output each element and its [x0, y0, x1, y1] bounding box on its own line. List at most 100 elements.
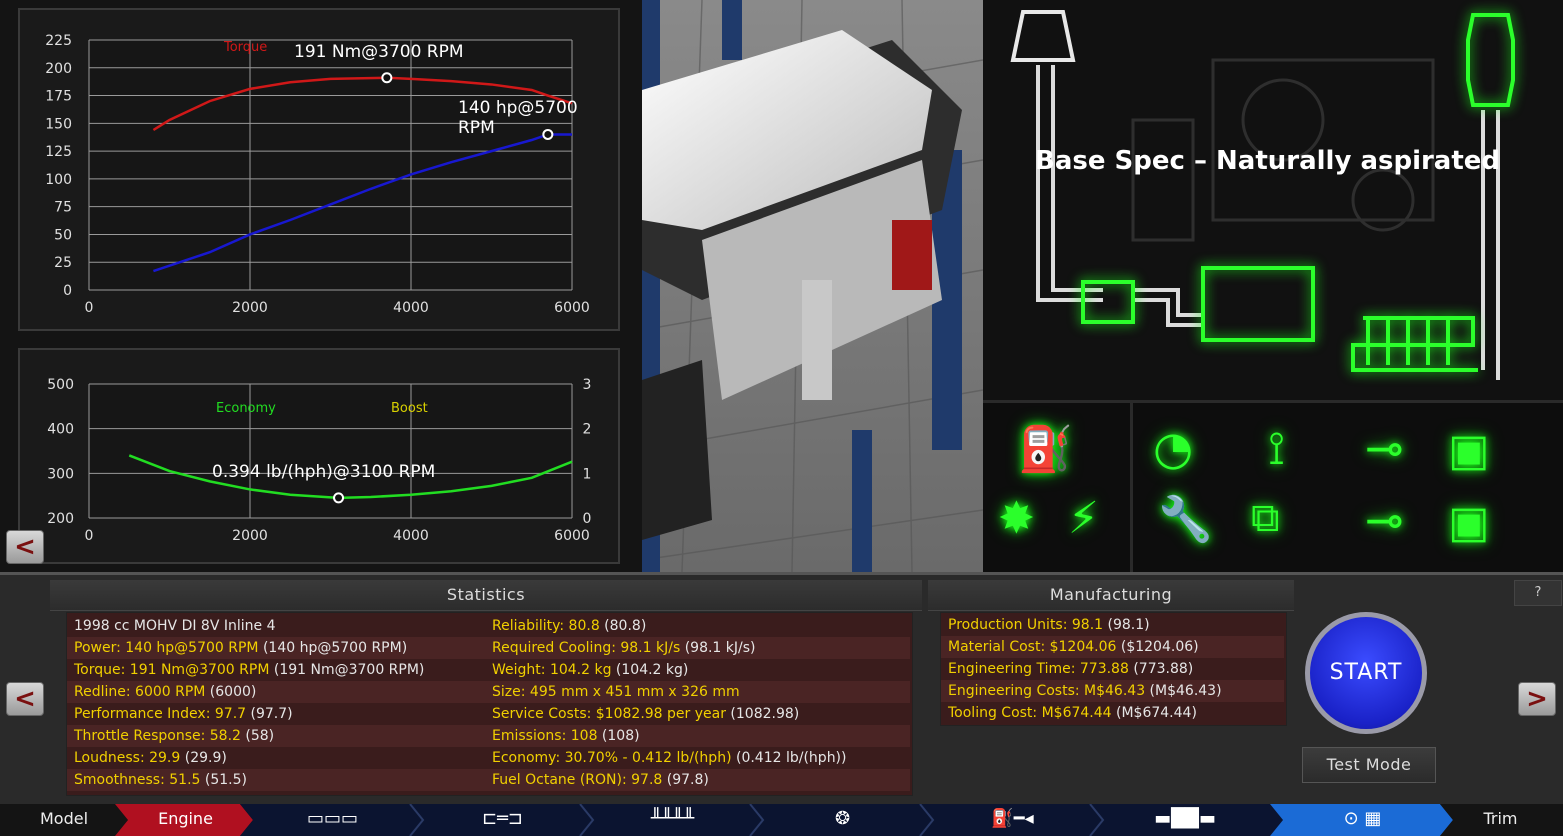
engine-block-icon[interactable]: ⛽ [1018, 423, 1073, 475]
y-tick-label: 200 [45, 61, 72, 77]
stat-left-1: Power: 140 hp@5700 RPM (140 hp@5700 RPM) [74, 637, 407, 659]
stat-value: (80.8) [599, 618, 647, 634]
torque-power-chart: 225 200 175 150 125 100 75 50 25 0 0 2000 4000 6000 T… [18, 8, 620, 331]
tools-icon[interactable]: 🔧 [1158, 493, 1213, 545]
manufacturing-row: Material Cost: $1204.06 ($1204.06) [941, 636, 1284, 658]
y-right-tick-label: 2 [583, 422, 592, 438]
stat-label: Service Costs: $1082.98 per year [492, 706, 726, 722]
y-tick-label: 125 [45, 144, 72, 160]
y-tick-label: 0 [63, 283, 72, 299]
stat-right-3: Size: 495 mm x 451 mm x 326 mm [492, 681, 740, 703]
peak-power-label: 140 hp@5700 RPM [458, 98, 578, 138]
x-tick-label: 4000 [393, 300, 429, 316]
y-tick-label: 175 [45, 89, 72, 105]
tab-exhaust[interactable]: ▬██▬ [1105, 804, 1265, 836]
stat-right-4: Service Costs: $1082.98 per year (1082.9… [492, 703, 799, 725]
help-button[interactable]: ? [1514, 580, 1562, 606]
manufacturing-label: Material Cost: $1204.06 [948, 639, 1117, 655]
conrod-icon[interactable]: ⊸ [1365, 421, 1404, 475]
best-economy-label: 0.394 lb/(hph)@3100 RPM [212, 462, 436, 482]
peak-torque-marker [381, 72, 393, 84]
tab-crankshaft[interactable]: ⊏═⊐ [425, 804, 580, 836]
valve-icon[interactable]: ⟟ [1268, 421, 1285, 477]
tab-engine[interactable]: Engine [128, 804, 243, 836]
stats-row: 1998 cc MOHV DI 8V Inline 4 Reliability: … [67, 615, 910, 637]
manufacturing-label: Production Units: 98.1 [948, 617, 1104, 633]
y-left-tick-label: 300 [47, 466, 74, 482]
stat-label: Throttle Response: 58.2 [74, 728, 241, 744]
crankshaft-icon[interactable]: ⧉ [1251, 495, 1280, 541]
stat-left-3: Redline: 6000 RPM (6000) [74, 681, 256, 703]
manufacturing-label: Engineering Costs: M$46.43 [948, 683, 1146, 699]
statistics-header: Statistics [50, 580, 922, 611]
tab-valvetrain[interactable]: ╨╨╨╨ [595, 804, 750, 836]
torque-legend: Torque [224, 40, 268, 55]
prev-page-button[interactable]: < [6, 682, 44, 716]
stat-left-5: Throttle Response: 58.2 (58) [74, 725, 274, 747]
stats-row: Throttle Response: 58.2 (58) Emissions: 1… [67, 725, 910, 747]
stat-label: Economy: 30.70% - 0.412 lb/(hph) [492, 750, 732, 766]
stat-value: (191 Nm@3700 RPM) [269, 662, 425, 678]
tab-turbo[interactable]: ❂ [765, 804, 920, 836]
stat-label: 1998 cc MOHV DI 8V Inline 4 [74, 618, 276, 634]
y-left-tick-label: 500 [47, 377, 74, 393]
stat-label: Performance Index: 97.7 [74, 706, 247, 722]
stat-left-0: 1998 cc MOHV DI 8V Inline 4 [74, 615, 276, 637]
tab-fuel[interactable]: ⛽━◂ [935, 804, 1090, 836]
engine-block-icon: ▭▭▭ [306, 808, 359, 829]
stats-row: Torque: 191 Nm@3700 RPM (191 Nm@3700 RPM… [67, 659, 910, 681]
y-tick-label: 150 [45, 116, 72, 132]
stat-left-6: Loudness: 29.9 (29.9) [74, 747, 227, 769]
manufacturing-row: Engineering Costs: M$46.43 (M$46.43) [941, 680, 1284, 702]
stat-label: Power: 140 hp@5700 RPM [74, 640, 259, 656]
stat-value: (0.412 lb/(hph)) [731, 750, 847, 766]
stat-right-0: Reliability: 80.8 (80.8) [492, 615, 646, 637]
y-tick-label: 25 [54, 255, 72, 271]
statistics-box: 1998 cc MOHV DI 8V Inline 4 Reliability: … [66, 612, 913, 796]
stat-value: (104.2 kg) [611, 662, 689, 678]
plot-area [89, 40, 572, 290]
stat-right-6: Economy: 30.70% - 0.412 lb/(hph) (0.412 … [492, 747, 846, 769]
x-tick-label: 0 [85, 528, 94, 544]
exhaust-icon: ▬██▬ [1154, 808, 1216, 829]
damage-icon[interactable]: ✸ [998, 493, 1035, 544]
spark-plug-icon[interactable]: ⚡ [1068, 493, 1099, 544]
crankshaft-icon: ⊏═⊐ [481, 808, 523, 829]
stat-value: (29.9) [180, 750, 227, 766]
next-page-button[interactable]: > [1518, 682, 1556, 716]
gauge-icon[interactable]: ◔ [1153, 421, 1193, 475]
stat-label: Weight: 104.2 kg [492, 662, 612, 678]
stat-right-1: Required Cooling: 98.1 kJ/s (98.1 kJ/s) [492, 637, 756, 659]
stat-value: (97.7) [246, 706, 293, 722]
engine-3d-view[interactable] [642, 0, 983, 572]
stat-label: Reliability: 80.8 [492, 618, 600, 634]
piston-alt-icon[interactable]: ▣ [1448, 497, 1490, 548]
manufacturing-row: Production Units: 98.1 (98.1) [941, 614, 1284, 636]
economy-legend: Economy [216, 401, 276, 416]
charts-back-button[interactable]: < [6, 530, 44, 564]
piston-icon[interactable]: ▣ [1448, 425, 1490, 476]
test-mode-button[interactable]: Test Mode [1302, 747, 1436, 783]
stat-right-7: Fuel Octane (RON): 97.8 (97.8) [492, 769, 709, 791]
stat-value: (108) [597, 728, 640, 744]
tab-model[interactable]: Model [0, 804, 128, 836]
spec-title: Base Spec – Naturally aspirated [1035, 146, 1501, 176]
stat-label: Torque: 191 Nm@3700 RPM [74, 662, 270, 678]
manufacturing-label: Tooling Cost: M$674.44 [948, 705, 1112, 721]
stat-left-2: Torque: 191 Nm@3700 RPM (191 Nm@3700 RPM… [74, 659, 424, 681]
stat-label: Loudness: 29.9 [74, 750, 181, 766]
tab-trim[interactable]: Trim [1453, 804, 1548, 836]
peak-torque-label: 191 Nm@3700 RPM [294, 42, 464, 62]
manufacturing-value: (M$674.44) [1111, 705, 1197, 721]
stat-value: (140 hp@5700 RPM) [258, 640, 408, 656]
manufacturing-row: Engineering Time: 773.88 (773.88) [941, 658, 1284, 680]
tab-tune[interactable]: ⊙ ▦ [1285, 804, 1440, 836]
tab-engine-block[interactable]: ▭▭▭ [255, 804, 410, 836]
conrod-alt-icon[interactable]: ⊸ [1365, 493, 1404, 547]
best-economy-marker [333, 492, 345, 504]
start-button[interactable]: START [1305, 612, 1427, 734]
stat-value: (58) [240, 728, 275, 744]
stat-value: (1082.98) [725, 706, 800, 722]
y-tick-label: 100 [45, 172, 72, 188]
x-tick-label: 2000 [232, 528, 268, 544]
